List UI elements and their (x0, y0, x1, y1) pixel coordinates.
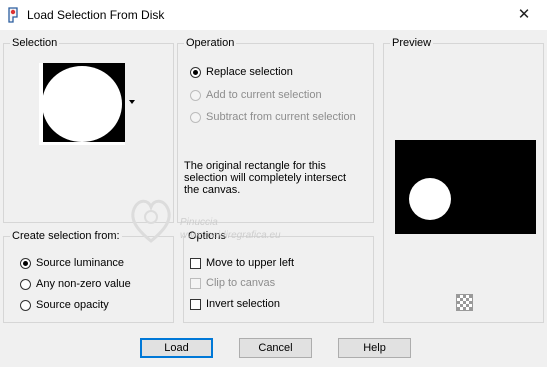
app-icon (8, 7, 18, 23)
operation-info-line: The original rectangle for this (184, 160, 326, 172)
selection-thumbnail-image (39, 63, 125, 145)
source-opacity-radio[interactable] (20, 300, 31, 311)
any-non-zero-value-label: Any non-zero value (36, 278, 131, 290)
clip-to-canvas-checkbox[interactable] (190, 278, 201, 289)
any-non-zero-value-radio[interactable] (20, 279, 31, 290)
source-opacity-label: Source opacity (36, 299, 109, 311)
invert-selection-checkbox[interactable] (190, 299, 201, 310)
load-button[interactable]: Load (140, 338, 213, 358)
preview-circle (409, 178, 451, 220)
move-to-upper-left-label: Move to upper left (206, 257, 295, 269)
heart-icon (131, 199, 171, 243)
help-button[interactable]: Help (338, 338, 411, 358)
operation-info-line: selection will completely intersect (184, 172, 347, 184)
title-bar: Load Selection From Disk ✕ (0, 0, 547, 30)
watermark: Pinuccia www.maidiregrafica.eu (128, 193, 358, 245)
add-to-current-selection-label: Add to current selection (206, 89, 322, 101)
checkerboard-icon[interactable] (456, 294, 473, 311)
source-luminance-radio[interactable] (20, 258, 31, 269)
close-icon: ✕ (517, 6, 531, 23)
close-button[interactable]: ✕ (501, 0, 547, 30)
watermark-url: www.maidiregrafica.eu (180, 230, 281, 241)
replace-selection-radio[interactable] (190, 67, 201, 78)
operation-group-label: Operation (184, 37, 237, 49)
window-title: Load Selection From Disk (27, 8, 165, 22)
watermark-name: Pinuccia (180, 217, 218, 228)
move-to-upper-left-checkbox[interactable] (190, 258, 201, 269)
subtract-from-current-selection-label: Subtract from current selection (206, 111, 356, 123)
clip-to-canvas-label: Clip to canvas (206, 277, 276, 289)
add-to-current-selection-radio[interactable] (190, 90, 201, 101)
subtract-from-current-selection-radio[interactable] (190, 112, 201, 123)
replace-selection-label: Replace selection (206, 66, 293, 78)
checkerboard-pattern (457, 295, 472, 310)
selection-group-label: Selection (10, 37, 60, 49)
invert-selection-label: Invert selection (206, 298, 280, 310)
source-luminance-label: Source luminance (36, 257, 125, 269)
create-selection-from-label: Create selection from: (10, 230, 122, 242)
preview-image (395, 140, 536, 234)
selection-thumbnail[interactable] (39, 63, 125, 145)
chevron-down-icon[interactable] (129, 100, 135, 104)
operation-info-text: The original rectangle for this selectio… (184, 160, 370, 196)
cancel-button[interactable]: Cancel (239, 338, 312, 358)
preview-group-label: Preview (390, 37, 434, 49)
